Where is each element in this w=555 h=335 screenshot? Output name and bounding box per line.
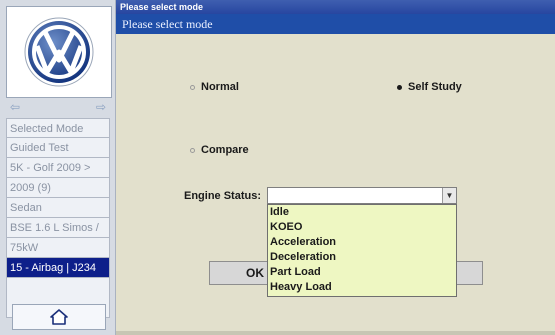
radio-unchecked-icon	[190, 147, 195, 153]
dialog-content: Normal Self Study Compare OK Engine Stat…	[116, 34, 555, 335]
radio-self-study-label: Self Study	[408, 81, 462, 93]
window-titlebar: Please select mode	[116, 0, 555, 14]
sidebar-item-guided-test[interactable]: Guided Test	[6, 138, 110, 158]
radio-normal-label: Normal	[201, 81, 239, 93]
sidebar: ⇦ ⇨ Selected Mode Guided Test 5K - Golf …	[0, 0, 116, 335]
dropdown-option-koeo[interactable]: KOEO	[268, 220, 456, 235]
sidebar-item-body[interactable]: Sedan	[6, 198, 110, 218]
radio-normal[interactable]: Normal	[190, 81, 239, 93]
radio-unchecked-icon	[190, 84, 195, 90]
dropdown-option-heavy-load[interactable]: Heavy Load	[268, 280, 456, 295]
arrow-right-icon[interactable]: ⇨	[96, 99, 106, 115]
history-nav: ⇦ ⇨	[6, 99, 110, 115]
sidebar-item-selected-mode[interactable]: Selected Mode	[6, 118, 110, 138]
dropdown-option-idle[interactable]: Idle	[268, 205, 456, 220]
page-title: Please select mode	[116, 14, 555, 34]
sidebar-item-vehicle-model[interactable]: 5K - Golf 2009 >	[6, 158, 110, 178]
radio-compare[interactable]: Compare	[190, 144, 249, 156]
sidebar-item-airbag[interactable]: 15 - Airbag | J234	[6, 258, 110, 278]
mode-dialog: Please select mode Please select mode No…	[116, 0, 555, 335]
home-icon	[50, 309, 68, 325]
sidebar-item-power[interactable]: 75kW	[6, 238, 110, 258]
engine-status-select[interactable]: ▼	[267, 187, 457, 204]
sidebar-item-engine[interactable]: BSE 1.6 L Simos /	[6, 218, 110, 238]
radio-self-study[interactable]: Self Study	[397, 81, 462, 93]
vw-logo-icon	[24, 17, 94, 87]
dropdown-option-part-load[interactable]: Part Load	[268, 265, 456, 280]
dropdown-option-deceleration[interactable]: Deceleration	[268, 250, 456, 265]
vw-logo	[6, 6, 112, 98]
sidebar-item-model-year[interactable]: 2009 (9)	[6, 178, 110, 198]
radio-checked-icon	[397, 84, 402, 90]
content-bottom-edge	[116, 331, 555, 335]
arrow-left-icon[interactable]: ⇦	[10, 99, 20, 115]
ok-button-label: OK	[246, 266, 264, 280]
engine-status-dropdown: Idle KOEO Acceleration Deceleration Part…	[267, 204, 457, 297]
radio-compare-label: Compare	[201, 144, 249, 156]
engine-status-label: Engine Status:	[184, 190, 262, 202]
dropdown-option-acceleration[interactable]: Acceleration	[268, 235, 456, 250]
chevron-down-icon[interactable]: ▼	[442, 188, 456, 203]
sidebar-list: Selected Mode Guided Test 5K - Golf 2009…	[6, 118, 110, 318]
home-button[interactable]	[12, 304, 106, 330]
